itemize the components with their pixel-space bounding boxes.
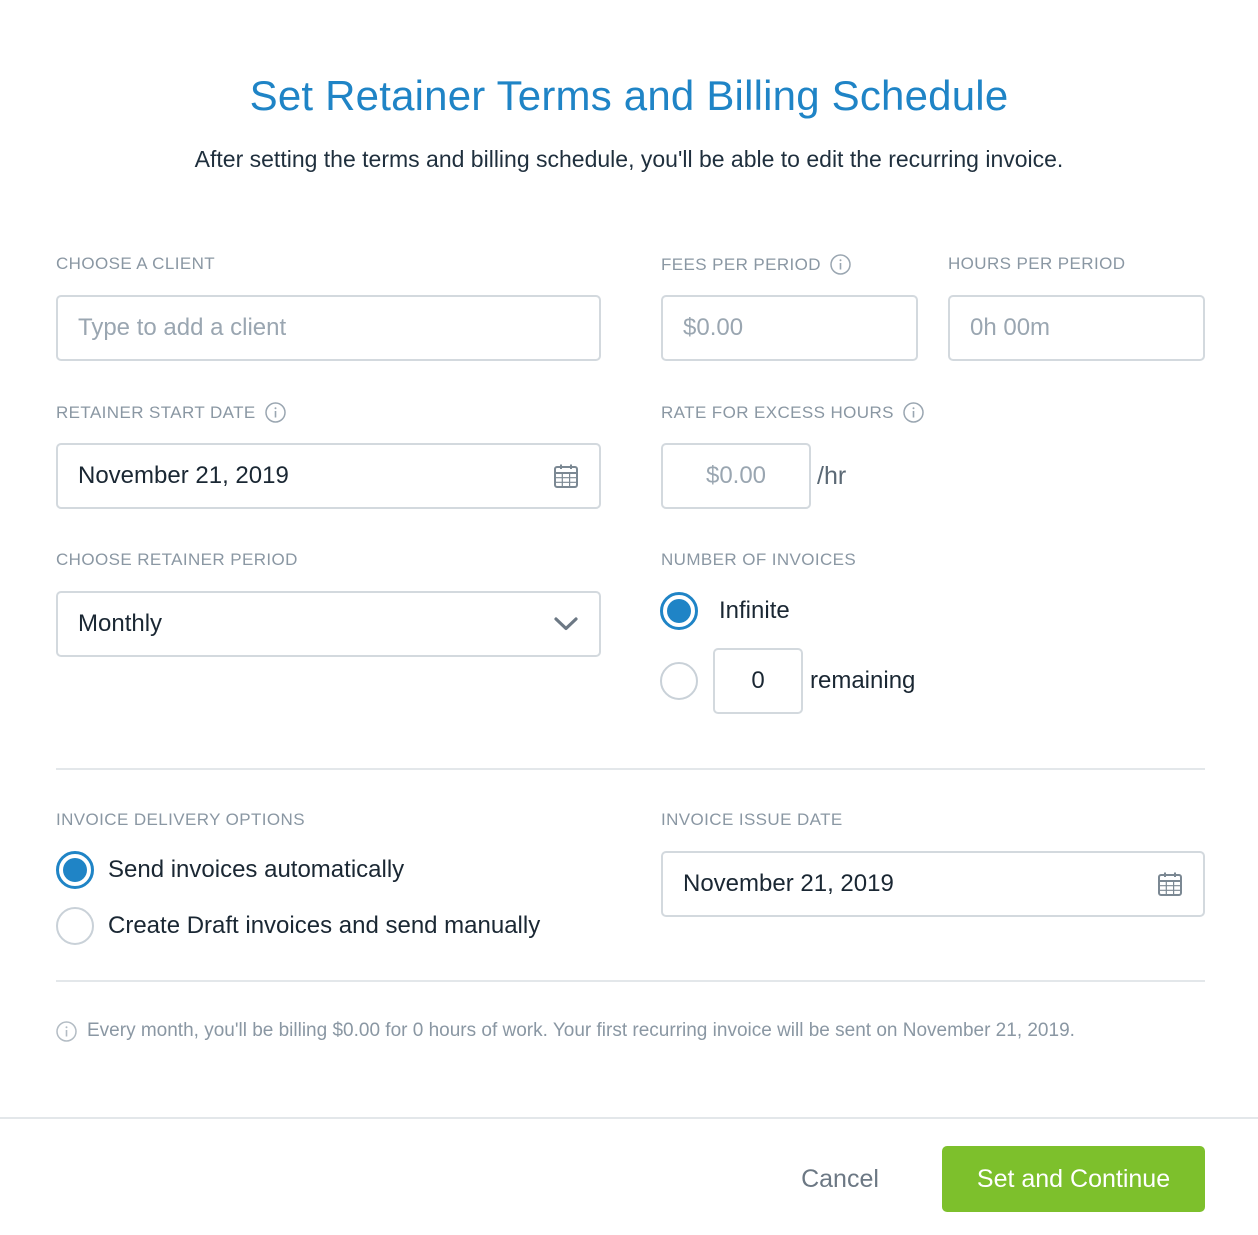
delivery-label: INVOICE DELIVERY OPTIONS — [56, 810, 305, 830]
client-input[interactable]: Type to add a client — [56, 295, 601, 361]
calendar-icon[interactable] — [553, 463, 579, 489]
excess-rate-placeholder: $0.00 — [705, 462, 767, 489]
hours-input[interactable]: 0h 00m — [948, 295, 1205, 361]
excess-rate-label: RATE FOR EXCESS HOURS — [661, 402, 924, 423]
hours-input-placeholder: 0h 00m — [970, 314, 1051, 341]
period-value: Monthly — [78, 610, 163, 637]
issue-date-label-text: INVOICE ISSUE DATE — [661, 810, 843, 829]
calendar-icon[interactable] — [1157, 871, 1183, 897]
start-date-value: November 21, 2019 — [78, 462, 289, 489]
send-automatically-label: Send invoices automatically — [108, 856, 405, 883]
infinite-radio[interactable] — [660, 592, 698, 630]
excess-rate-input[interactable]: $0.00 — [661, 443, 811, 509]
client-input-placeholder: Type to add a client — [78, 314, 287, 341]
infinite-label: Infinite — [719, 597, 790, 624]
period-select[interactable]: Monthly — [56, 591, 601, 657]
footer-divider — [0, 1117, 1258, 1119]
create-draft-option[interactable]: Create Draft invoices and send manually — [56, 907, 540, 945]
info-icon[interactable] — [830, 254, 851, 275]
cancel-button[interactable]: Cancel — [780, 1146, 900, 1212]
billing-summary-text: Every month, you'll be billing $0.00 for… — [87, 1020, 1075, 1041]
infinite-option[interactable]: Infinite — [660, 592, 790, 630]
modal-subtitle: After setting the terms and billing sche… — [194, 146, 1064, 172]
create-draft-label: Create Draft invoices and send manually — [108, 912, 541, 939]
send-automatically-radio[interactable] — [56, 851, 94, 889]
info-icon[interactable] — [264, 402, 286, 423]
info-icon — [56, 1020, 77, 1042]
section-divider — [56, 980, 1205, 982]
fees-label-text: FEES PER PERIOD — [661, 254, 821, 274]
period-label-text: CHOOSE RETAINER PERIOD — [56, 550, 298, 569]
set-and-continue-button[interactable]: Set and Continue — [942, 1146, 1205, 1212]
fees-input[interactable]: $0.00 — [661, 295, 918, 361]
issue-date-value: November 21, 2019 — [683, 870, 894, 897]
modal-title: Set Retainer Terms and Billing Schedule — [249, 72, 1009, 119]
start-date-label: RETAINER START DATE — [56, 402, 286, 423]
remaining-label: remaining — [810, 667, 916, 694]
create-draft-radio[interactable] — [56, 907, 94, 945]
issue-date-input[interactable]: November 21, 2019 — [661, 851, 1205, 917]
invoices-label-text: NUMBER OF INVOICES — [661, 550, 857, 569]
fees-input-placeholder: $0.00 — [683, 314, 744, 341]
invoices-label: NUMBER OF INVOICES — [661, 550, 856, 570]
delivery-label-text: INVOICE DELIVERY OPTIONS — [56, 810, 305, 829]
fees-label: FEES PER PERIOD — [661, 254, 851, 275]
start-date-input[interactable]: November 21, 2019 — [56, 443, 601, 509]
issue-date-label: INVOICE ISSUE DATE — [661, 810, 843, 830]
excess-rate-label-text: RATE FOR EXCESS HOURS — [661, 402, 894, 422]
hours-label-text: HOURS PER PERIOD — [948, 254, 1126, 273]
client-label: CHOOSE A CLIENT — [56, 254, 215, 274]
remaining-count-input[interactable]: 0 — [713, 648, 803, 714]
period-label: CHOOSE RETAINER PERIOD — [56, 550, 298, 570]
remaining-option[interactable] — [660, 662, 698, 700]
hours-label: HOURS PER PERIOD — [948, 254, 1125, 274]
remaining-count-value: 0 — [751, 667, 765, 694]
remaining-radio[interactable] — [660, 662, 698, 700]
excess-rate-unit: /hr — [817, 462, 847, 490]
chevron-down-icon — [553, 616, 579, 632]
start-date-label-text: RETAINER START DATE — [56, 402, 256, 422]
billing-summary: Every month, you'll be billing $0.00 for… — [56, 1020, 1075, 1042]
section-divider — [56, 768, 1205, 770]
client-label-text: CHOOSE A CLIENT — [56, 254, 216, 273]
send-automatically-option[interactable]: Send invoices automatically — [56, 851, 404, 889]
info-icon[interactable] — [903, 402, 924, 423]
